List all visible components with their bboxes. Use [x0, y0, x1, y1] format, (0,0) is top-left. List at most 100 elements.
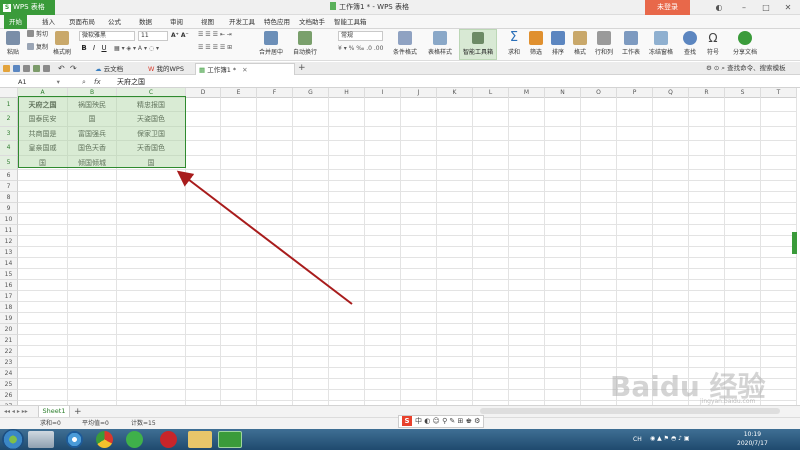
row-header-24[interactable]: 24 — [0, 368, 18, 379]
row-header-13[interactable]: 13 — [0, 247, 18, 258]
chrome-icon[interactable] — [96, 431, 113, 448]
merge-center-button[interactable]: 合并居中 — [256, 31, 286, 56]
tab-home[interactable]: 开始 — [4, 15, 27, 29]
ie-icon[interactable] — [66, 431, 83, 448]
row-header-10[interactable]: 10 — [0, 214, 18, 225]
row-header-19[interactable]: 19 — [0, 313, 18, 324]
row-header-3[interactable]: 3 — [0, 126, 18, 142]
column-header-g[interactable]: G — [293, 88, 329, 98]
font-size-select[interactable]: 11 — [138, 31, 168, 41]
tab-doc-assistant[interactable]: 文档助手 — [294, 15, 330, 29]
cell-b5[interactable]: 倾国倾城 — [68, 156, 116, 170]
symbol-button[interactable]: Ω 符号 — [703, 31, 723, 56]
cut-button[interactable]: 剪切 — [27, 30, 48, 39]
refresh-app-icon[interactable] — [126, 431, 143, 448]
insert-function-button[interactable]: fx — [94, 76, 101, 88]
cell-b1[interactable]: 祸国殃民 — [68, 98, 116, 112]
row-header-5[interactable]: 5 — [0, 155, 18, 170]
row-header-7[interactable]: 7 — [0, 181, 18, 192]
spreadsheet-grid[interactable]: ABCDEFGHIJKLMNOPQRST 1 2 3 4 5 6 7 8 9 10 11 12 13 14… — [0, 88, 797, 405]
row-header-6[interactable]: 6 — [0, 170, 18, 181]
formula-input[interactable]: 天府之国 — [117, 76, 145, 88]
format-button[interactable]: 格式 — [570, 31, 590, 56]
row-header-18[interactable]: 18 — [0, 302, 18, 313]
tab-features[interactable]: 特色应用 — [259, 15, 295, 29]
ime-toolbar[interactable]: S中 ◐ ☺ ⚲ ✎ ⊞ ♚ ⚙ — [398, 415, 485, 428]
column-header-m[interactable]: M — [509, 88, 545, 98]
cell-c3[interactable]: 保家卫国 — [117, 127, 185, 141]
border-fill-icons[interactable]: ▦ ▾ ◈ ▾ A ▾ ◌ ▾ — [114, 44, 159, 53]
tab-review[interactable]: 审阅 — [165, 15, 188, 29]
vertical-scroll-handle[interactable] — [792, 232, 797, 254]
ime-indicator[interactable]: CH — [633, 435, 642, 444]
tab-page-layout[interactable]: 页面布局 — [64, 15, 100, 29]
close-tab-icon[interactable]: ✕ — [242, 66, 247, 74]
row-header-1[interactable]: 1 — [0, 98, 18, 113]
column-header-k[interactable]: K — [437, 88, 473, 98]
export-icon[interactable] — [43, 65, 50, 72]
column-header-j[interactable]: J — [401, 88, 437, 98]
format-painter-button[interactable]: 格式刷 — [51, 31, 73, 56]
sum-button[interactable]: Σ 求和 — [504, 31, 524, 57]
column-header-n[interactable]: N — [545, 88, 581, 98]
row-header-16[interactable]: 16 — [0, 280, 18, 291]
cell-a3[interactable]: 共商国是 — [18, 127, 67, 141]
cell-a2[interactable]: 国泰民安 — [18, 112, 67, 126]
command-search[interactable]: ⚙ ⊙ ⌕ 查找命令、搜索模板 — [706, 62, 786, 75]
minimize-icon[interactable]: – — [735, 0, 753, 15]
tab-my-wps[interactable]: W 我的WPS — [145, 63, 193, 75]
undo-icon[interactable]: ↶ — [58, 62, 65, 75]
zoom-lookup-icon[interactable]: ⌕ — [82, 76, 86, 88]
column-header-d[interactable]: D — [186, 88, 221, 98]
folder-taskbar-icon[interactable] — [188, 431, 212, 448]
column-header-l[interactable]: L — [473, 88, 509, 98]
sort-button[interactable]: 排序 — [548, 31, 568, 56]
select-all-corner[interactable] — [0, 88, 18, 98]
horizontal-scrollbar[interactable] — [480, 408, 780, 414]
paste-button[interactable]: 粘贴 — [4, 31, 22, 56]
row-header-9[interactable]: 9 — [0, 203, 18, 214]
cell-a5[interactable]: 国 — [18, 156, 67, 170]
skin-icon[interactable]: ◐ — [710, 0, 728, 15]
column-header-o[interactable]: O — [581, 88, 617, 98]
tab-cloud-docs[interactable]: ☁ 云文档 — [92, 63, 140, 75]
copy-button[interactable]: 复制 — [27, 43, 48, 52]
row-header-21[interactable]: 21 — [0, 335, 18, 346]
cell-c1[interactable]: 精忠报国 — [117, 98, 185, 112]
row-header-23[interactable]: 23 — [0, 357, 18, 368]
number-format-icons[interactable]: ¥ ▾ % ‰ .0 .00 — [338, 44, 383, 53]
row-header-11[interactable]: 11 — [0, 225, 18, 236]
row-col-button[interactable]: 行和列 — [592, 31, 616, 56]
tab-insert[interactable]: 插入 — [37, 15, 60, 29]
cell-c2[interactable]: 天姿国色 — [117, 112, 185, 126]
name-box[interactable]: A1 ▾ — [18, 77, 63, 87]
tab-view[interactable]: 视图 — [196, 15, 219, 29]
row-header-2[interactable]: 2 — [0, 112, 18, 127]
maximize-icon[interactable]: □ — [757, 0, 775, 15]
new-tab-button[interactable]: + — [298, 62, 306, 75]
column-header-r[interactable]: R — [689, 88, 725, 98]
cell-b2[interactable]: 国 — [68, 112, 116, 126]
save-icon[interactable] — [13, 65, 20, 72]
column-header-s[interactable]: S — [725, 88, 761, 98]
wrap-text-button[interactable]: 自动换行 — [290, 31, 320, 56]
number-format-select[interactable]: 常规 — [338, 31, 383, 41]
login-button[interactable]: 未登录 — [645, 0, 690, 15]
row-header-15[interactable]: 15 — [0, 269, 18, 280]
tab-smart-toolbox[interactable]: 智能工具箱 — [329, 15, 372, 29]
font-name-select[interactable]: 微软雅黑 — [79, 31, 135, 41]
tab-data[interactable]: 数据 — [134, 15, 157, 29]
close-icon[interactable]: ✕ — [779, 0, 797, 15]
font-grow-icon[interactable]: A⁺ A⁻ — [171, 31, 189, 40]
preview-icon[interactable] — [33, 65, 40, 72]
align-top-icons[interactable]: ☰ ☰ ☰ ⇤ ⇥ — [198, 30, 232, 39]
print-icon[interactable] — [23, 65, 30, 72]
smart-toolbox-button[interactable]: 智能工具箱 — [459, 29, 497, 60]
row-header-14[interactable]: 14 — [0, 258, 18, 269]
column-header-a[interactable]: A — [18, 88, 68, 98]
italic-button[interactable]: I — [90, 44, 98, 53]
column-header-b[interactable]: B — [68, 88, 117, 98]
row-header-8[interactable]: 8 — [0, 192, 18, 203]
worksheet-button[interactable]: 工作表 — [619, 31, 643, 56]
table-style-button[interactable]: 表格样式 — [423, 31, 457, 56]
